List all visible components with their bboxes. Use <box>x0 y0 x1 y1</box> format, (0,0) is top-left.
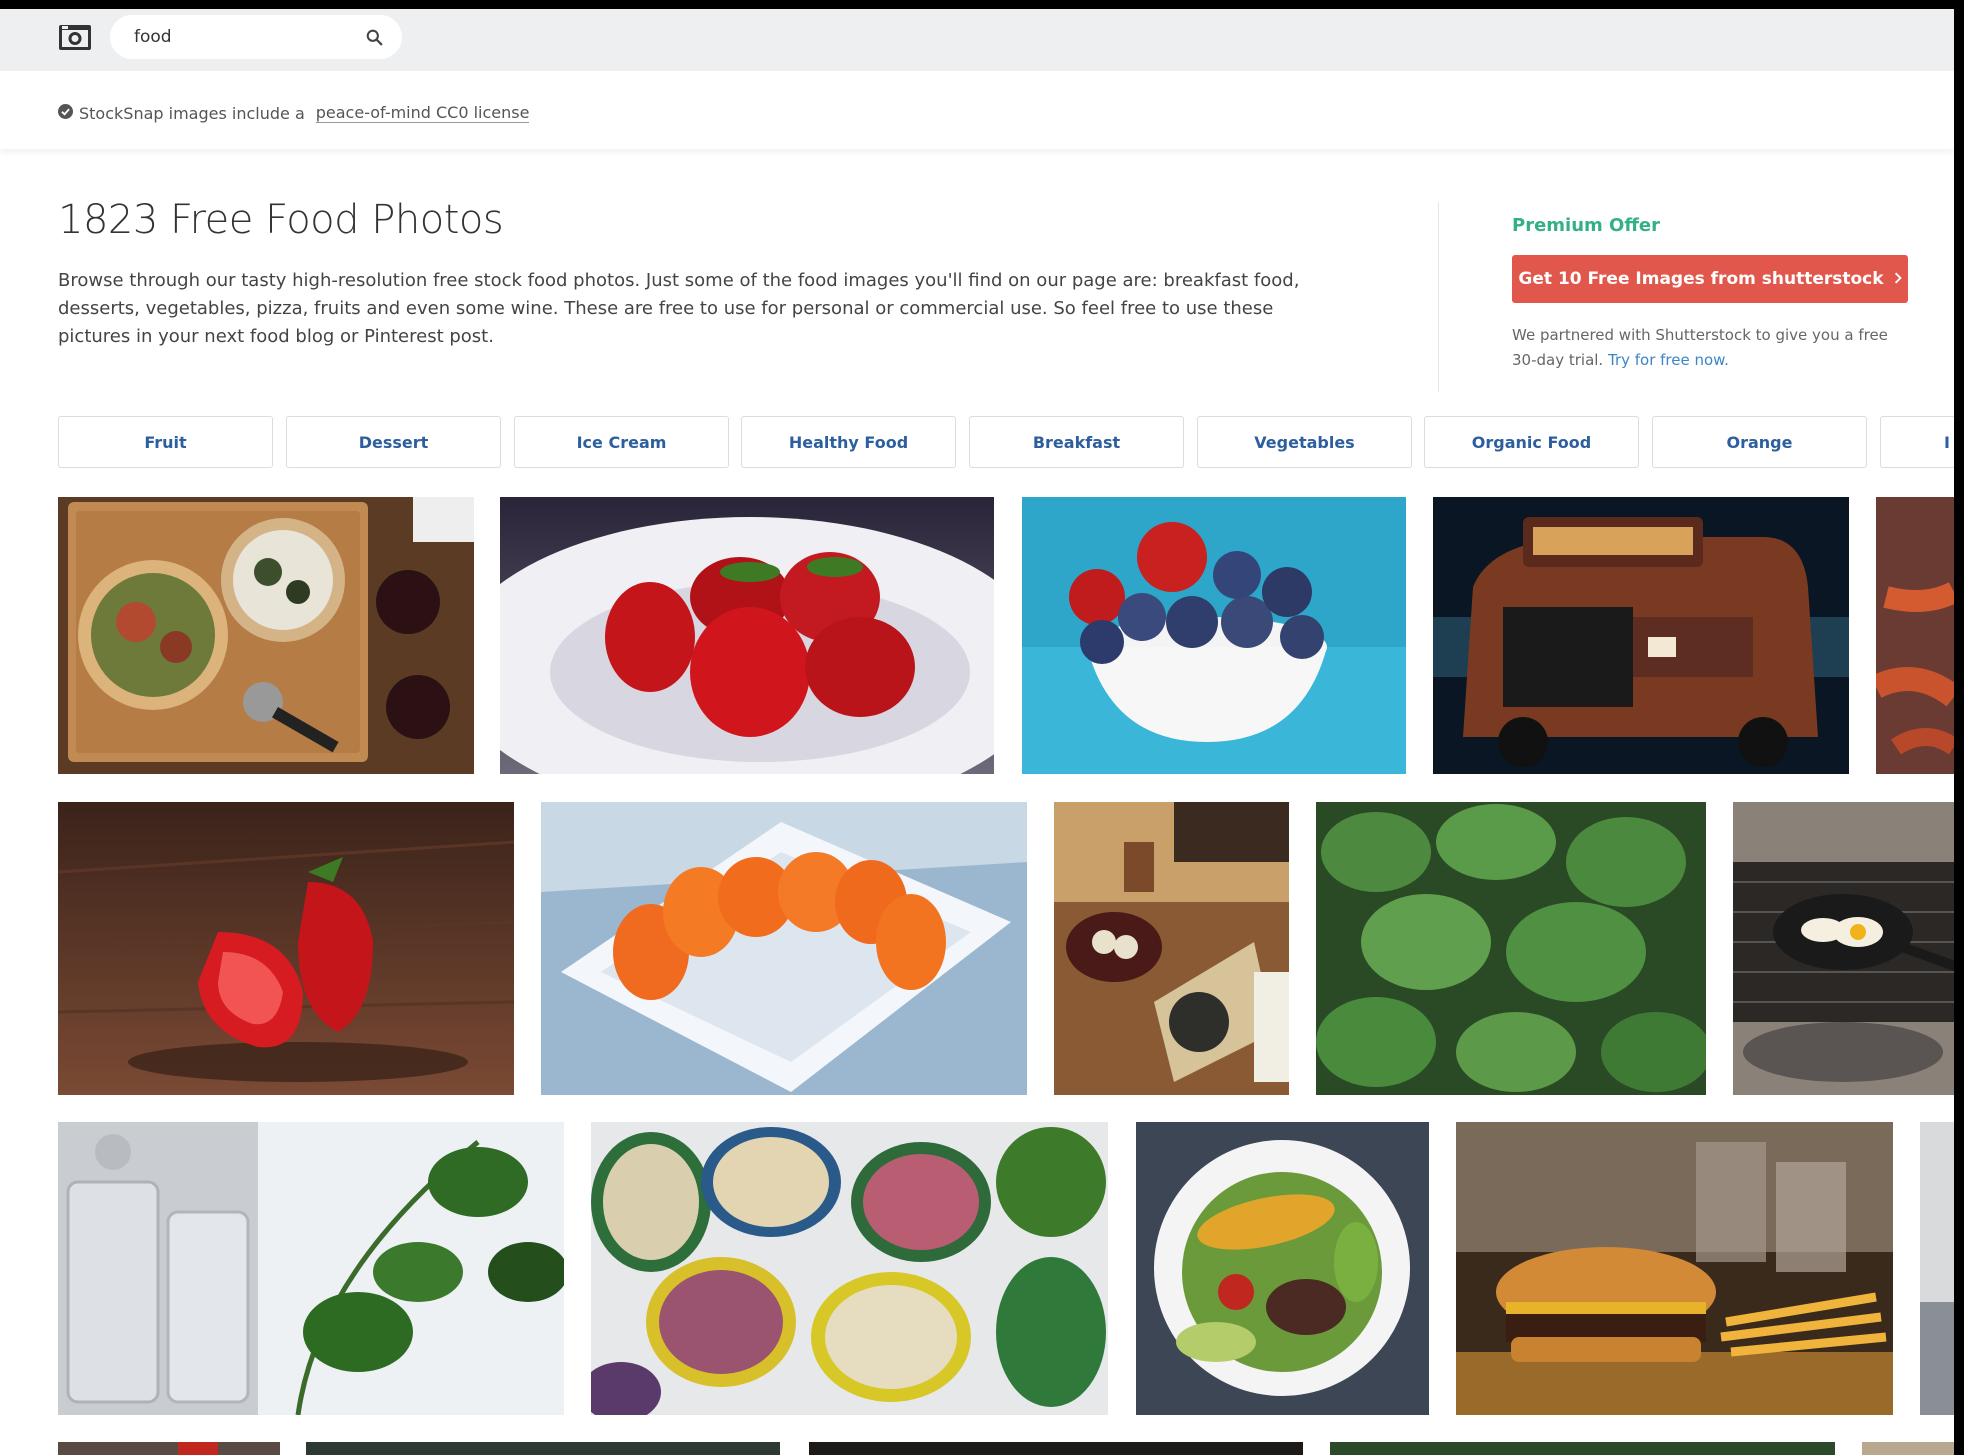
tag-organic-food[interactable]: Organic Food <box>1424 416 1639 468</box>
check-circle-icon <box>58 103 73 123</box>
cc0-license-link[interactable]: peace-of-mind CC0 license <box>315 103 530 123</box>
tag-list: Fruit Dessert Ice Cream Healthy Food Bre… <box>58 416 1954 468</box>
photo-berries-bowl[interactable] <box>1022 497 1406 774</box>
photo-row4-2[interactable] <box>306 1442 780 1455</box>
photo-row4-4[interactable] <box>1330 1442 1835 1455</box>
premium-offer-text: We partnered with Shutterstock to give y… <box>1512 323 1902 373</box>
try-free-link[interactable]: Try for free now. <box>1608 351 1729 369</box>
search-input[interactable] <box>134 24 354 50</box>
photo-partial[interactable] <box>1920 1122 1954 1415</box>
tag-ice-cream[interactable]: Ice Cream <box>514 416 729 468</box>
browser-page: StockSnap images include a peace-of-mind… <box>0 9 1954 1455</box>
top-bar <box>0 9 1954 71</box>
license-notice: StockSnap images include a peace-of-mind… <box>58 103 530 123</box>
photo-potatoes-baskets[interactable] <box>591 1122 1108 1415</box>
photo-mint-leaves[interactable] <box>1316 802 1706 1095</box>
premium-offer-title: Premium Offer <box>1512 215 1661 236</box>
page-title: 1823 Free Food Photos <box>58 197 504 243</box>
tag-breakfast[interactable]: Breakfast <box>969 416 1184 468</box>
photo-orange-segments[interactable] <box>541 802 1027 1095</box>
photo-asian-meal[interactable] <box>1054 802 1289 1095</box>
shutterstock-offer-button[interactable]: Get 10 Free Images from shutterstock <box>1512 255 1908 303</box>
photo-row4-5[interactable] <box>1862 1442 1954 1455</box>
search-icon[interactable] <box>362 25 386 49</box>
tag-orange[interactable]: Orange <box>1652 416 1867 468</box>
camera-logo-icon[interactable] <box>58 22 92 52</box>
photo-strawberries-plate[interactable] <box>500 497 994 774</box>
chevron-right-icon <box>1894 269 1902 289</box>
photo-glass-jars-herbs[interactable] <box>58 1122 564 1415</box>
tag-dessert[interactable]: Dessert <box>286 416 501 468</box>
search-box <box>110 15 402 59</box>
photo-strawberry-halves[interactable] <box>58 802 514 1095</box>
photo-row4-3[interactable] <box>809 1442 1303 1455</box>
tag-healthy-food[interactable]: Healthy Food <box>741 416 956 468</box>
photo-carrots[interactable] <box>1876 497 1954 774</box>
photo-row4-1[interactable] <box>58 1442 280 1455</box>
offer-button-label: Get 10 Free Images from shutterstock <box>1518 269 1884 289</box>
photo-pizza[interactable] <box>58 497 474 774</box>
divider <box>1438 202 1439 392</box>
page-description: Browse through our tasty high-resolution… <box>58 270 1300 347</box>
photo-corn-salad-plate[interactable] <box>1136 1122 1429 1415</box>
photo-skillet-eggs[interactable] <box>1733 802 1954 1095</box>
tag-fruit[interactable]: Fruit <box>58 416 273 468</box>
tag-vegetables[interactable]: Vegetables <box>1197 416 1412 468</box>
photo-food-truck[interactable] <box>1433 497 1849 774</box>
photo-burger-fries[interactable] <box>1456 1122 1893 1415</box>
tag-partial[interactable]: I <box>1880 416 1954 468</box>
license-bar: StockSnap images include a peace-of-mind… <box>0 71 1954 149</box>
license-prefix: StockSnap images include a <box>79 103 305 123</box>
